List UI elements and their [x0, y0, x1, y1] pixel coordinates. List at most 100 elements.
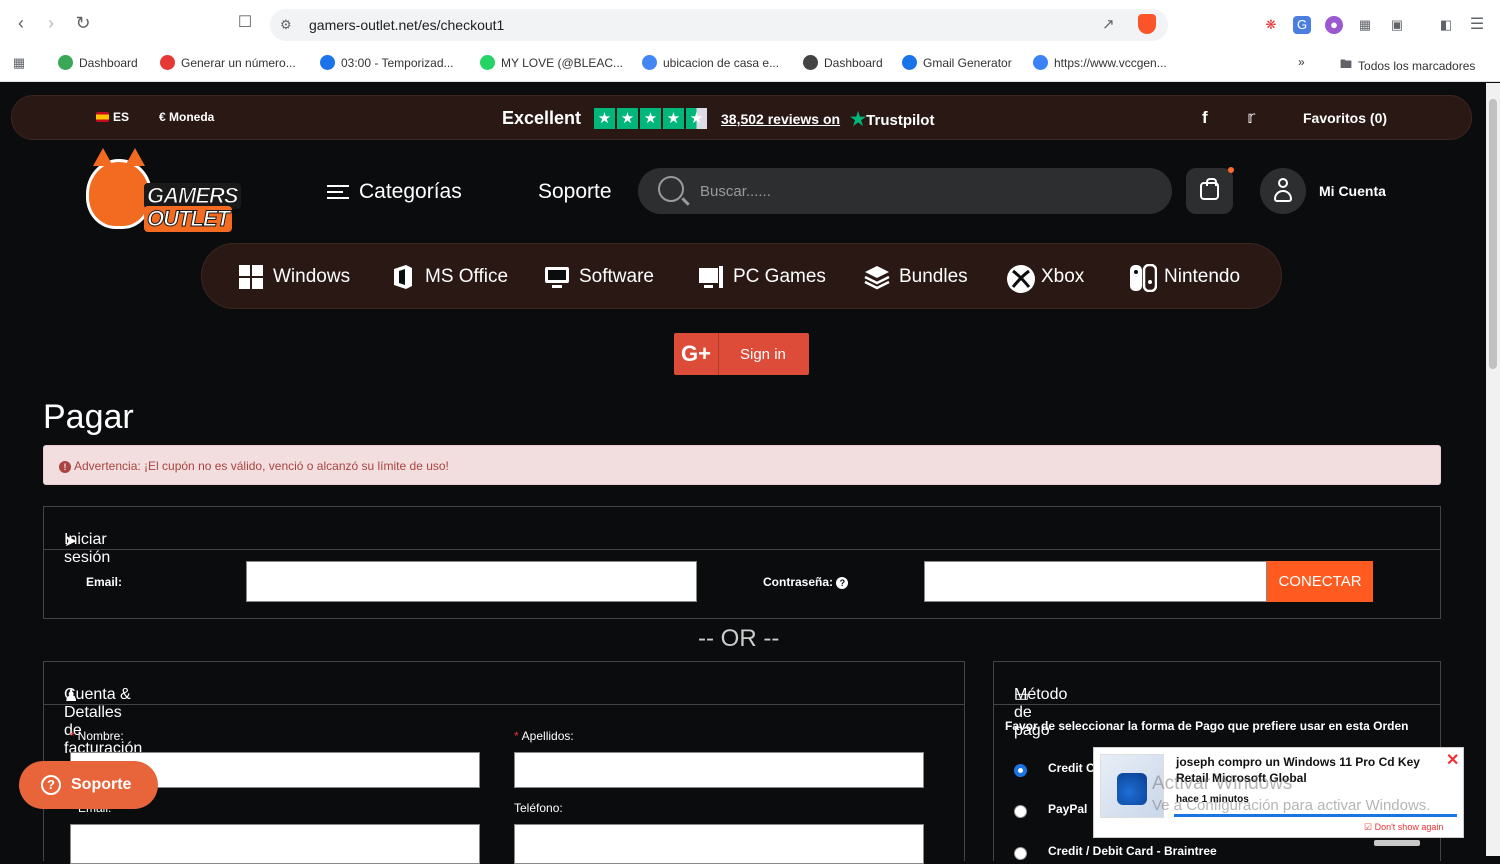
cart-button[interactable]: [1186, 167, 1234, 214]
last-name-input[interactable]: [515, 753, 923, 787]
bookmark-item[interactable]: ubicacion de casa e...: [642, 55, 779, 70]
platform-bundles[interactable]: Bundles: [864, 264, 968, 290]
page-scrollbar[interactable]: [1486, 83, 1500, 856]
extension-purple-icon[interactable]: ●: [1325, 16, 1343, 34]
translate-icon[interactable]: G: [1293, 16, 1311, 34]
login-panel: ➤ Iniciar sesión Email: Contraseña: ? CO…: [43, 506, 1441, 619]
reading-mode-icon[interactable]: ▣: [1388, 16, 1406, 34]
star-icon: ★: [640, 108, 661, 129]
support-chat-button[interactable]: ? Soporte: [19, 761, 158, 809]
trustpilot-star-icon: ★: [850, 109, 867, 129]
platform-software[interactable]: Software: [544, 264, 654, 290]
extension-bug-icon[interactable]: ❋: [1262, 16, 1280, 34]
bookmark-item[interactable]: Dashboard: [58, 55, 138, 70]
account-button[interactable]: [1260, 168, 1306, 214]
page-title: Pagar: [43, 398, 134, 436]
payment-radio[interactable]: [1014, 764, 1027, 777]
google-signin-button[interactable]: G+ Sign in: [674, 333, 809, 375]
apps-grid-icon[interactable]: ▦: [10, 54, 28, 72]
trustpilot-logo[interactable]: ★Trustpilot: [850, 109, 934, 130]
payment-radio[interactable]: [1014, 847, 1027, 860]
page-content: ES € Moneda Excellent ★ ★ ★ ★ ★ 38,502 r…: [0, 83, 1486, 864]
login-password-input[interactable]: [925, 562, 1266, 601]
password-label: Contraseña: ?: [763, 575, 849, 589]
phone-input[interactable]: [515, 825, 923, 863]
bookmark-item[interactable]: Dashboard: [803, 55, 883, 70]
support-link[interactable]: Soporte: [538, 180, 612, 204]
coupon-warning-alert: ! Advertencia: ¡El cupón no es válido, ve…: [43, 445, 1441, 485]
account-label[interactable]: Mi Cuenta: [1319, 183, 1386, 199]
platform-nintendo[interactable]: Nintendo: [1129, 263, 1240, 293]
reviews-link[interactable]: 38,502 reviews on: [721, 111, 840, 127]
favorites-link[interactable]: Favoritos (0): [1303, 110, 1387, 126]
fox-mascot-icon: [86, 148, 152, 229]
language-selector[interactable]: ES: [96, 110, 129, 124]
google-plus-icon: G+: [674, 333, 719, 375]
search-icon[interactable]: [658, 176, 684, 202]
dashboard-icon: [58, 55, 73, 70]
facebook-icon[interactable]: f: [1202, 108, 1208, 128]
search-box: [638, 168, 1172, 214]
bookmark-item[interactable]: 03:00 - Temporizad...: [320, 55, 454, 70]
back-icon[interactable]: ‹: [10, 12, 32, 34]
nintendo-icon: [1129, 263, 1158, 293]
dashboard-dark-icon: [803, 55, 818, 70]
address-bar[interactable]: ⚙ gamers-outlet.net/es/checkout1 ↗: [270, 9, 1168, 41]
twitter-icon[interactable]: 𝕣: [1247, 108, 1255, 128]
first-name-label: * Nombre:: [70, 729, 124, 743]
reload-icon[interactable]: ↻: [72, 12, 94, 34]
platform-ms-office[interactable]: MS Office: [390, 264, 508, 290]
url-text[interactable]: gamers-outlet.net/es/checkout1: [309, 17, 504, 33]
whatsapp-icon: [480, 55, 495, 70]
platform-xbox[interactable]: Xbox: [1006, 264, 1084, 293]
bookmark-item[interactable]: MY LOVE (@BLEAC...: [480, 55, 623, 70]
login-password-field[interactable]: [924, 561, 1267, 602]
payment-option-label[interactable]: Credit C: [1048, 761, 1095, 775]
bookmark-icon[interactable]: ☐: [234, 12, 256, 34]
help-icon[interactable]: ?: [836, 577, 849, 589]
dont-show-again-checkbox[interactable]: ☑ Don't show again: [1364, 822, 1443, 833]
site-info-icon[interactable]: ⚙: [280, 17, 292, 33]
platform-nav: Windows MS Office Software PC Games Bundles X…: [201, 243, 1282, 309]
bookmark-item[interactable]: Generar un número...: [160, 55, 296, 70]
all-bookmarks-folder[interactable]: 🖿 Todos los marcadores: [1340, 55, 1475, 76]
billing-email-field[interactable]: [70, 824, 480, 864]
bookmarks-overflow-icon[interactable]: »: [1298, 55, 1305, 69]
login-email-input[interactable]: [247, 562, 696, 601]
check-clock-icon: [320, 55, 335, 70]
windows-icon: [238, 264, 264, 290]
phone-field[interactable]: [514, 824, 924, 864]
close-icon[interactable]: ✕: [1446, 750, 1459, 770]
browser-toolbar: ‹ › ↻ ☐ ⚙ gamers-outlet.net/es/checkout1…: [0, 0, 1500, 48]
payment-option-label[interactable]: PayPal: [1048, 802, 1087, 816]
last-name-field[interactable]: [514, 752, 924, 788]
extensions-puzzle-icon[interactable]: ▦: [1356, 16, 1374, 34]
card-logos-icon: [1374, 840, 1420, 846]
share-icon[interactable]: ↗: [1102, 15, 1115, 33]
billing-email-input[interactable]: [71, 825, 479, 863]
bookmark-item[interactable]: https://www.vccgen...: [1033, 55, 1167, 70]
payment-note: Favor de seleccionar la forma de Pago qu…: [1005, 719, 1409, 733]
site-logo[interactable]: GAMERS OUTLET: [82, 147, 242, 237]
exclamation-icon: !: [59, 461, 71, 473]
user-icon: [1278, 178, 1288, 188]
categories-menu[interactable]: Categorías: [327, 180, 462, 204]
bookmark-item[interactable]: Gmail Generator: [902, 55, 1012, 70]
forward-icon[interactable]: ›: [40, 12, 62, 34]
google-icon: [642, 55, 657, 70]
star-icon: ★: [663, 108, 684, 129]
shopping-bag-icon: [1200, 178, 1219, 200]
menu-icon[interactable]: ☰: [1468, 16, 1486, 34]
sidebar-icon[interactable]: ◧: [1437, 16, 1455, 34]
brave-shield-icon[interactable]: [1138, 14, 1156, 34]
search-input[interactable]: [700, 180, 1140, 202]
currency-selector[interactable]: € Moneda: [159, 110, 214, 124]
connect-button[interactable]: CONECTAR: [1267, 561, 1373, 602]
payment-radio[interactable]: [1014, 805, 1027, 818]
platform-windows[interactable]: Windows: [238, 264, 350, 290]
platform-pc-games[interactable]: PC Games: [698, 264, 826, 290]
spain-flag-icon: [96, 112, 109, 122]
login-email-field[interactable]: [246, 561, 697, 602]
bundles-icon: [864, 264, 890, 290]
scrollbar-thumb[interactable]: [1489, 99, 1497, 369]
